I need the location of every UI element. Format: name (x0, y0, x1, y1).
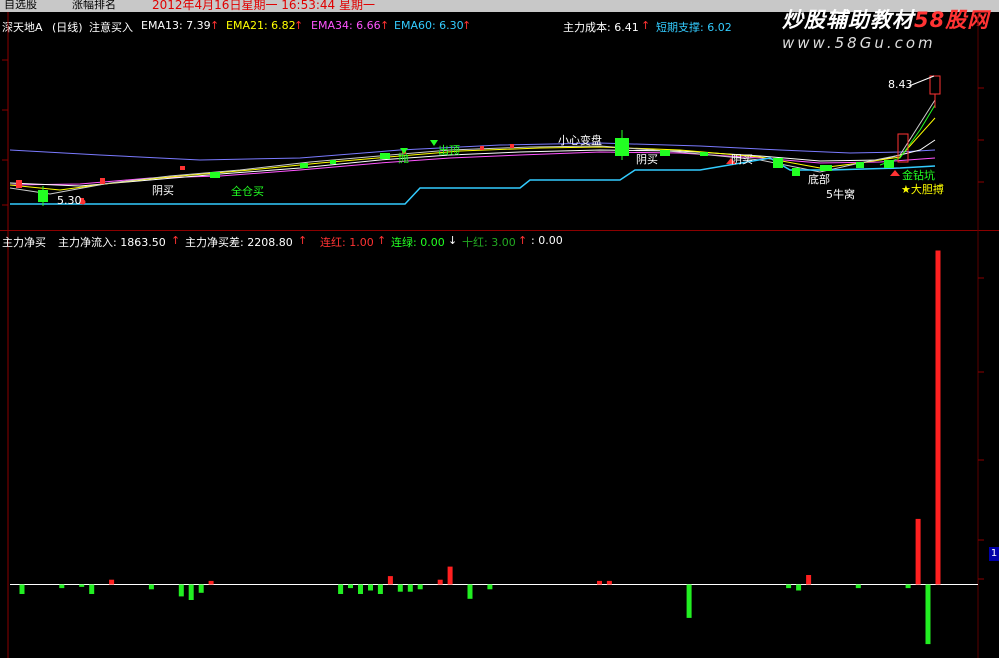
flow-bar (925, 584, 931, 645)
annotation-sell-top2: 出顶 (438, 144, 460, 157)
flow-bar (338, 584, 344, 594)
annotation-yin-buy: 阴买 (152, 184, 174, 197)
up-arrow-icon: ↑ (171, 234, 181, 247)
flow-bar (417, 584, 423, 590)
annotation-yin-buy: 阴买 (731, 153, 753, 166)
chart-canvas (0, 12, 999, 658)
main-inflow-value: 主力净流入: 1863.50 (58, 236, 166, 249)
flow-bar (368, 584, 373, 591)
left-axis-ticks (2, 59, 8, 206)
ten-red-value: 十红: 3.00 (462, 236, 516, 249)
annotation-bottom: 底部 (808, 173, 830, 186)
flow-bar (198, 584, 204, 593)
up-arrow-icon: ↑ (377, 234, 387, 247)
sell-arrow-icon (430, 140, 438, 146)
axis-marker: 1 (989, 547, 999, 561)
flow-title: 主力净买 (2, 236, 46, 249)
flow-bar (806, 575, 812, 585)
flow-bar (89, 584, 95, 594)
streak-red-value: 连红: 1.00 (320, 236, 374, 249)
buy-marker-icon (890, 170, 900, 176)
extra-value: : 0.00 (531, 234, 563, 247)
flow-bar (178, 584, 184, 597)
flow-bar (377, 584, 383, 594)
flow-bar (606, 580, 612, 585)
annotation-caution: 小心变盘 (558, 134, 602, 147)
flow-bar (59, 584, 65, 589)
flow-bar (597, 580, 602, 585)
flow-bar (188, 584, 194, 600)
flow-bar (358, 584, 363, 594)
flow-bar (387, 576, 393, 585)
flow-bar (686, 584, 692, 618)
annotation-bull-pit: 5牛窝 (826, 188, 855, 201)
flow-bar (935, 250, 941, 585)
flow-bar (786, 584, 792, 589)
flow-bar (19, 584, 25, 594)
flow-bar (79, 584, 85, 587)
up-arrow-icon: ↑ (518, 234, 528, 247)
flow-bar (397, 584, 403, 592)
streak-green-value: 连绿: 0.00 (391, 236, 445, 249)
flow-bar (855, 584, 861, 589)
right-axis-ticks (978, 87, 984, 580)
net-flow-bars (19, 250, 941, 645)
flow-bar (437, 579, 443, 585)
up-arrow-icon: ↑ (298, 234, 308, 247)
flow-bar (487, 584, 493, 590)
flow-bar (348, 584, 353, 589)
flow-bar (109, 579, 115, 585)
flow-bar (796, 584, 802, 591)
net-buy-diff-value: 主力净买差: 2208.80 (185, 236, 293, 249)
down-arrow-icon: ↓ (448, 234, 458, 247)
high-price-label: 8.43 (888, 78, 913, 91)
flow-bar (905, 584, 911, 589)
annotation-bold-fight: ★大胆搏 (901, 183, 944, 196)
annotation-full-buy: 全仓买 (231, 185, 264, 198)
flow-bar (148, 584, 154, 590)
annotation-yin-buy: 阴买 (636, 153, 658, 166)
flow-bar (447, 566, 453, 585)
low-price-label: 5.30 (57, 194, 82, 207)
annotation-sell-top1: 抛 (398, 152, 409, 165)
support-line (10, 157, 936, 205)
flow-bar (208, 580, 214, 585)
flow-bar (915, 518, 921, 585)
flow-bar (407, 584, 413, 592)
flow-bar (467, 584, 473, 599)
